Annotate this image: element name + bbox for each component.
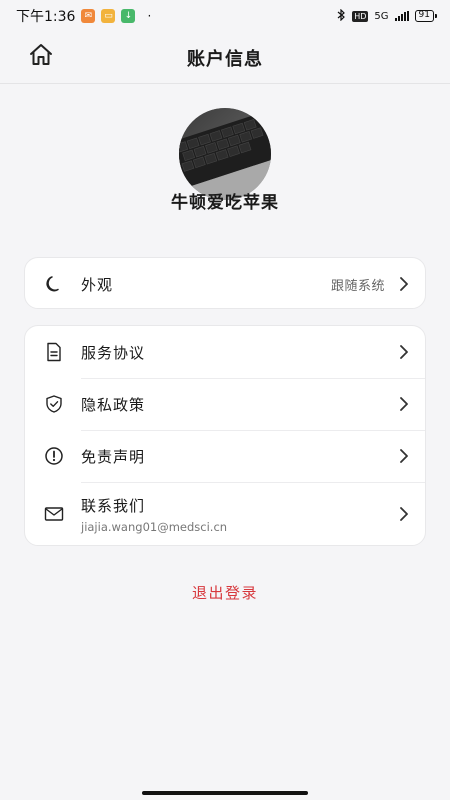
green-download-icon: ↓ <box>121 9 136 23</box>
list-item-privacy-policy[interactable]: 隐私政策 <box>25 378 425 430</box>
chevron-right-icon <box>397 397 411 411</box>
shield-check-icon <box>43 393 65 415</box>
document-icon <box>43 341 65 363</box>
contact-texts: 联系我们 jiajia.wang01@medsci.cn <box>81 495 227 534</box>
home-button[interactable] <box>26 42 56 72</box>
home-icon <box>28 43 54 71</box>
appearance-card: 外观 跟随系统 <box>24 257 426 309</box>
username: 牛顿爱吃苹果 <box>171 193 279 213</box>
chevron-right-icon <box>397 345 411 359</box>
list-item-label: 免责声明 <box>81 447 146 466</box>
alert-circle-icon <box>43 445 65 467</box>
orange-app-icon: ✉ <box>81 9 96 23</box>
chevron-right-icon <box>397 449 411 463</box>
status-time: 下午1:36 <box>16 9 76 25</box>
bluetooth-icon <box>337 8 346 24</box>
yellow-message-icon: ▭ <box>101 9 116 23</box>
appearance-label: 外观 <box>81 275 114 294</box>
header: 账户信息 <box>0 32 450 84</box>
page-title: 账户信息 <box>187 48 263 70</box>
battery-icon: 91 <box>414 10 438 22</box>
chevron-right-icon <box>397 277 411 291</box>
chevron-right-icon <box>397 507 411 521</box>
list-item-disclaimer[interactable]: 免责声明 <box>25 430 425 482</box>
avatar[interactable] <box>179 108 271 200</box>
list-item-service-agreement[interactable]: 服务协议 <box>25 326 425 378</box>
status-bar: 下午1:36 ✉ ▭ ↓ · HD 5G 91 <box>0 0 450 32</box>
info-list-card: 服务协议 隐私政策 免责声明 联系我们 jiajia.wang01@medsci… <box>24 325 426 546</box>
signal-icon <box>394 11 409 21</box>
moon-icon <box>43 273 65 295</box>
home-indicator[interactable] <box>142 791 308 795</box>
contact-email: jiajia.wang01@medsci.cn <box>81 519 228 534</box>
list-item-label: 联系我们 <box>81 496 146 515</box>
list-item-label: 隐私政策 <box>81 395 146 414</box>
logout-button[interactable]: 退出登录 <box>0 582 450 608</box>
appearance-row[interactable]: 外观 跟随系统 <box>25 258 425 310</box>
mail-icon <box>43 503 65 525</box>
status-dot: · <box>147 9 152 23</box>
appearance-value: 跟随系统 <box>330 278 385 294</box>
list-item-contact-us[interactable]: 联系我们 jiajia.wang01@medsci.cn <box>25 482 425 546</box>
hd-badge: HD <box>352 10 369 22</box>
network-label: 5G <box>374 10 389 22</box>
list-item-label: 服务协议 <box>81 343 146 362</box>
